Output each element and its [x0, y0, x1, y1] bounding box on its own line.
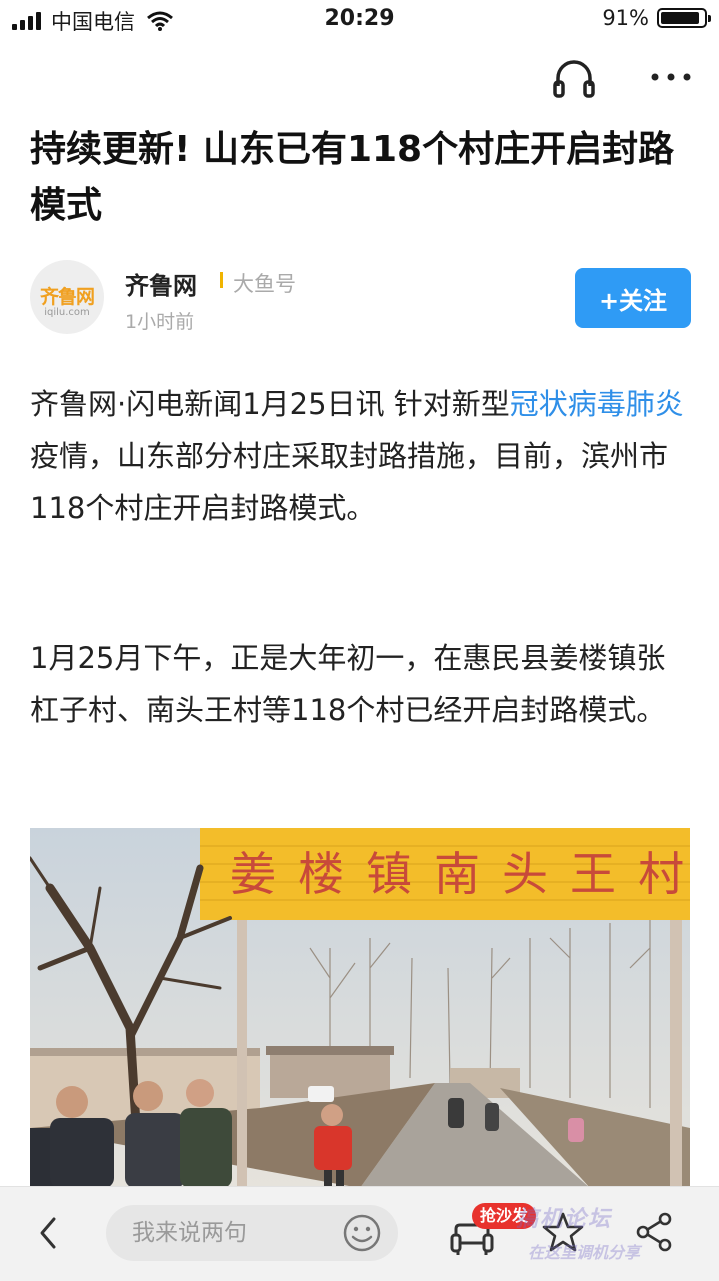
paragraph-1-rest: 疫情，山东部分村庄采取封路措施，目前，滨州市118个村庄开启封路模式。	[30, 439, 669, 525]
village-roadblock-photo: 姜楼镇南头王村	[30, 828, 690, 1188]
article-photo[interactable]: 姜楼镇南头王村	[30, 828, 690, 1188]
bottom-bar: 抢沙发 搞机论坛 在这里调机分享	[0, 1186, 719, 1281]
back-icon[interactable]	[34, 1213, 64, 1253]
status-right: 91%	[602, 6, 711, 30]
source-name[interactable]: 齐鲁网	[125, 266, 197, 301]
source-platform: 大鱼号	[233, 272, 296, 296]
comment-box[interactable]	[106, 1205, 398, 1261]
paragraph-1-lead: 齐鲁网·闪电新闻1月25日讯 针对新型	[30, 387, 510, 421]
source-divider	[220, 272, 223, 288]
headphone-icon[interactable]	[552, 58, 596, 98]
emoji-icon[interactable]	[342, 1213, 382, 1253]
more-icon[interactable]	[648, 62, 694, 92]
source-logo[interactable]: 齐鲁网 iqilu.com	[30, 260, 104, 334]
publish-time: 1小时前	[125, 311, 195, 333]
topic-link[interactable]: 冠状病毒肺炎	[510, 387, 684, 421]
watermark-logo: 搞机论坛	[516, 1207, 613, 1232]
article-title: 持续更新! 山东已有118个村庄开启封路模式	[30, 129, 675, 226]
follow-button[interactable]: +关注	[575, 268, 691, 328]
comment-input[interactable]	[132, 1205, 322, 1261]
logo-domain: iqilu.com	[44, 307, 90, 318]
logo-text: 齐鲁网	[39, 286, 95, 308]
paragraph-2: 1月25月下午，正是大年初一，在惠民县姜楼镇张杠子村、南头王村等118个村已经开…	[30, 641, 666, 727]
paragraph-1: 齐鲁网·闪电新闻1月25日讯 针对新型冠状病毒肺炎疫情，山东部分村庄采取封路措施…	[30, 378, 694, 534]
battery-percent: 91%	[602, 6, 649, 30]
battery-icon	[657, 8, 711, 28]
source-row: 齐鲁网 iqilu.com 齐鲁网 大鱼号 1小时前 +关注	[30, 260, 691, 340]
status-bar: 中国电信 20:29 91%	[0, 0, 719, 40]
watermark-subtitle: 在这里调机分享	[528, 1243, 641, 1262]
sign-text: 姜楼镇南头王村	[230, 847, 690, 901]
